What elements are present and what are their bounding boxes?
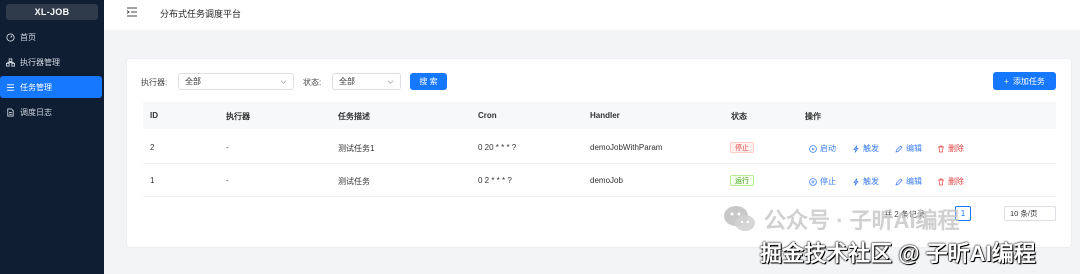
sidebar-item-label: 执行器管理: [20, 57, 60, 67]
top-header: 分布式任务调度平台: [104, 0, 1080, 30]
trash-icon: [938, 145, 944, 152]
trash-icon: [938, 178, 944, 185]
column-header-id: ID: [150, 111, 158, 120]
column-header-desc: 任务描述: [338, 112, 370, 121]
stop-label: 停止: [820, 177, 836, 186]
trigger-label: 触发: [863, 144, 879, 153]
cell-executor: -: [226, 143, 229, 152]
row-divider: [143, 163, 1056, 164]
file-icon: [6, 107, 15, 117]
cell-handler: demoJobWithParam: [590, 143, 663, 152]
edit-label: 编辑: [906, 144, 922, 153]
sidebar-item-logs[interactable]: 调度日志: [0, 101, 102, 123]
edit-icon: [895, 178, 903, 185]
cell-desc: 测试任务1: [338, 144, 375, 153]
delete-label: 删除: [948, 144, 964, 153]
column-header-status: 状态: [731, 112, 747, 121]
column-header-handler: Handler: [590, 111, 620, 120]
stop-button[interactable]: 停止: [809, 176, 836, 187]
column-header-actions: 操作: [805, 112, 821, 121]
sidebar-item-tasks[interactable]: 任务管理: [0, 76, 102, 98]
sidebar-item-home[interactable]: 首页: [0, 26, 102, 48]
cell-cron: 0 2 * * * ?: [478, 176, 512, 185]
sidebar-item-label: 任务管理: [20, 82, 52, 92]
cluster-icon: [6, 57, 15, 67]
status-filter-label: 状态:: [303, 78, 322, 87]
pause-circle-icon: [809, 177, 817, 186]
watermark-text-2: 掘金技术社区 @ 子昕AI编程: [760, 241, 1036, 266]
add-task-label: 添加任务: [1012, 76, 1045, 86]
start-label: 启动: [820, 144, 836, 153]
delete-button[interactable]: 删除: [937, 143, 964, 154]
plus-icon: +: [1004, 76, 1009, 86]
list-icon: [6, 83, 15, 92]
page-title: 分布式任务调度平台: [160, 9, 242, 19]
lightning-icon: [853, 177, 859, 186]
column-header-executor: 执行器: [226, 112, 250, 121]
edit-button[interactable]: 编辑: [895, 176, 922, 187]
add-task-button[interactable]: + 添加任务: [993, 72, 1056, 90]
page-size-select[interactable]: 10 条/页: [1004, 206, 1056, 221]
menu-fold-icon[interactable]: [126, 6, 138, 18]
cell-id: 2: [150, 143, 155, 152]
chevron-down-icon: [280, 80, 287, 84]
cell-handler: demoJob: [590, 176, 623, 185]
sidebar-item-label: 首页: [20, 32, 36, 42]
status-select-value: 全部: [339, 77, 355, 86]
executor-filter-label: 执行器:: [141, 78, 168, 87]
trigger-button[interactable]: 触发: [852, 143, 879, 154]
watermark-wechat: 公众号 · 子昕AI编程: [722, 203, 960, 235]
delete-button[interactable]: 删除: [937, 176, 964, 187]
watermark-text-1: 公众号 · 子昕AI编程: [764, 208, 960, 233]
wechat-icon: [724, 206, 755, 231]
chevron-down-icon: [387, 80, 394, 84]
sidebar: XL-JOB 首页 执行器管理 任务管理 调度日志: [0, 0, 104, 274]
sidebar-item-executor[interactable]: 执行器管理: [0, 51, 102, 73]
play-circle-icon: [809, 144, 817, 153]
executor-select-value: 全部: [185, 77, 201, 86]
status-select[interactable]: 全部: [332, 73, 401, 90]
cell-id: 1: [150, 176, 155, 185]
status-badge: 停止: [730, 142, 754, 153]
dashboard-icon: [6, 32, 15, 42]
app-logo[interactable]: XL-JOB: [6, 4, 98, 20]
search-button[interactable]: 搜 索: [410, 73, 447, 90]
status-badge: 运行: [730, 175, 754, 186]
delete-label: 删除: [948, 177, 964, 186]
column-header-cron: Cron: [478, 111, 497, 120]
trigger-label: 触发: [863, 177, 879, 186]
executor-select[interactable]: 全部: [178, 73, 294, 90]
row-divider: [143, 196, 1056, 197]
trigger-button[interactable]: 触发: [852, 176, 879, 187]
edit-button[interactable]: 编辑: [895, 143, 922, 154]
cell-executor: -: [226, 176, 229, 185]
edit-label: 编辑: [906, 177, 922, 186]
sidebar-item-label: 调度日志: [20, 107, 52, 117]
lightning-icon: [853, 144, 859, 153]
start-button[interactable]: 启动: [809, 143, 836, 154]
edit-icon: [895, 145, 903, 152]
cell-desc: 测试任务: [338, 177, 370, 186]
cell-cron: 0 20 * * * ?: [478, 143, 517, 152]
